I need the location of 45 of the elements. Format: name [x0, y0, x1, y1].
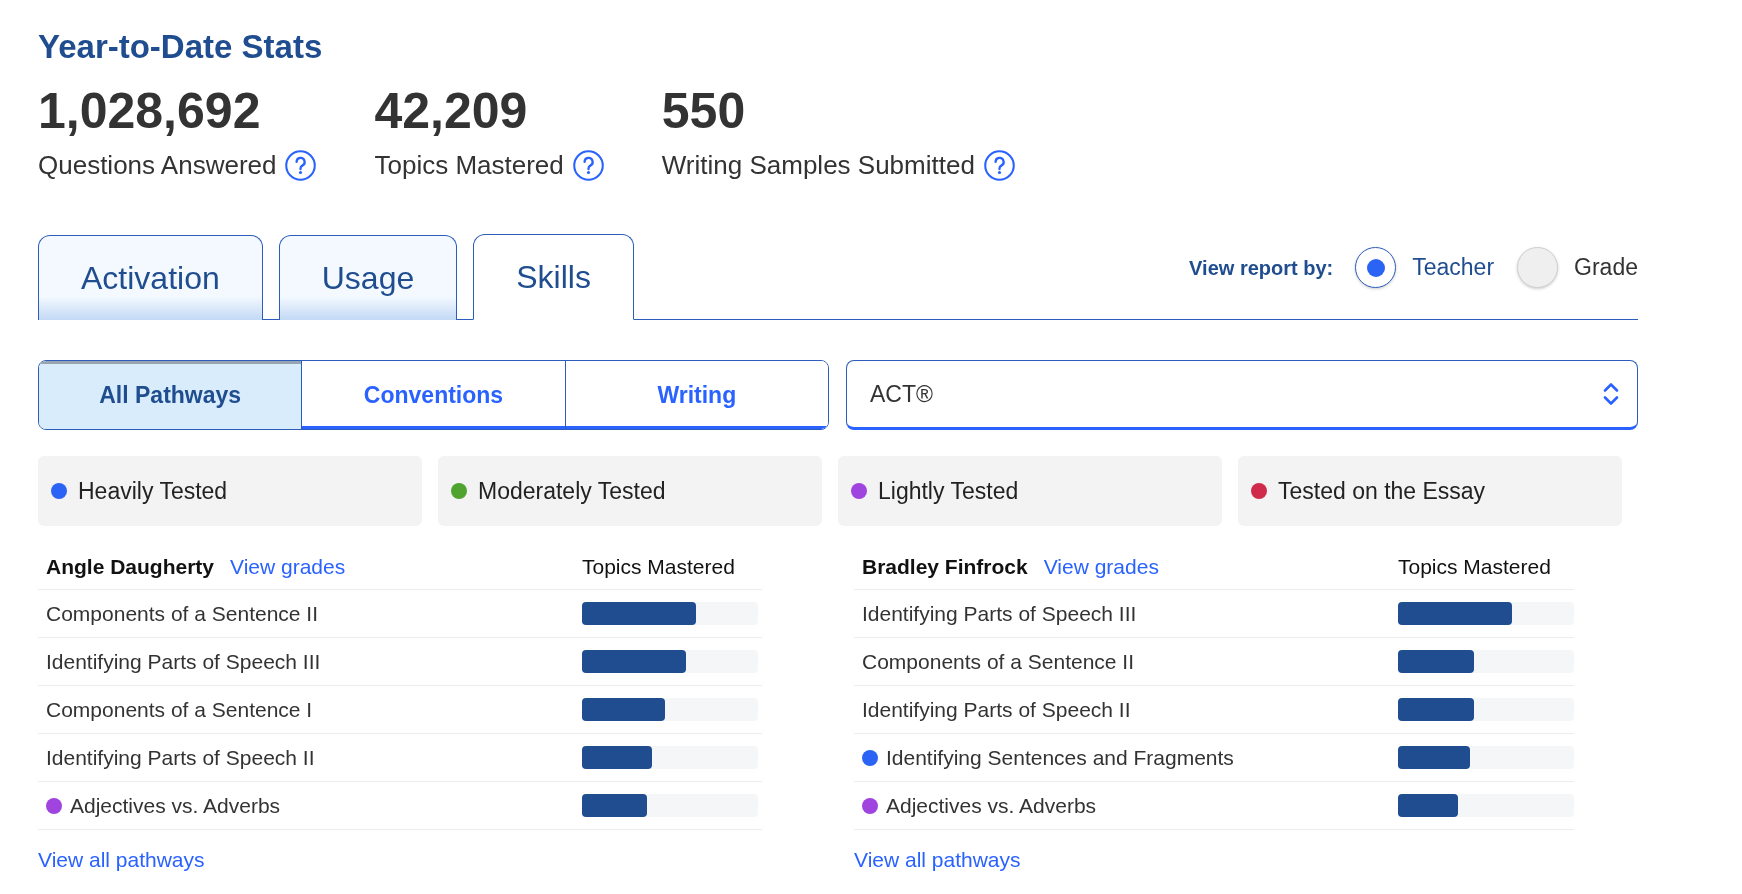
column-header: Topics Mastered — [582, 553, 735, 580]
legend-label: Moderately Tested — [478, 476, 666, 506]
tab[interactable]: Skills — [473, 234, 634, 320]
topic-name: Components of a Sentence II — [46, 600, 318, 627]
topic-name: Identifying Parts of Speech II — [46, 744, 315, 771]
topic-name: Components of a Sentence II — [862, 648, 1134, 675]
view-grades-link[interactable]: View grades — [1043, 550, 1159, 583]
view-all-pathways-link[interactable]: View all pathways — [38, 845, 205, 875]
topic-name: Identifying Parts of Speech II — [862, 696, 1131, 723]
legend-label: Heavily Tested — [78, 476, 228, 506]
up-down-chevron-icon — [1603, 381, 1619, 407]
help-icon[interactable] — [285, 149, 317, 181]
topic-name: Identifying Parts of Speech III — [46, 648, 321, 675]
legend-label: Lightly Tested — [878, 476, 1019, 506]
view-all-pathways-link[interactable]: View all pathways — [854, 845, 1021, 875]
teacher-name: Angle Daugherty — [46, 553, 215, 580]
column-header: Topics Mastered — [1398, 553, 1551, 580]
radio-label[interactable]: Grade — [1574, 250, 1638, 285]
pathway-tab[interactable]: Conventions — [301, 361, 565, 429]
tab[interactable]: Usage — [278, 235, 458, 320]
section-title: Year-to-Date Stats — [38, 28, 323, 66]
stat-value: 550 — [661, 83, 746, 139]
stat-label: Topics Mastered — [374, 149, 564, 181]
topic-name: Components of a Sentence I — [46, 696, 313, 723]
topic-name: Identifying Sentences and Fragments — [886, 744, 1234, 771]
help-icon[interactable] — [572, 149, 604, 181]
pathway-tab[interactable]: All Pathways — [39, 361, 302, 429]
legend-label: Tested on the Essay — [1278, 476, 1486, 506]
test-select[interactable]: ACT® — [846, 360, 1638, 430]
report-by-label: View report by: — [1189, 255, 1334, 281]
stat-value: 1,028,692 — [38, 83, 261, 139]
topic-name: Adjectives vs. Adverbs — [886, 792, 1097, 819]
radio-button[interactable] — [1355, 247, 1397, 288]
topic-name: Adjectives vs. Adverbs — [70, 792, 281, 819]
teacher-name: Bradley Finfrock — [862, 553, 1028, 580]
stat-label: Writing Samples Submitted — [661, 149, 975, 181]
stat-value: 42,209 — [374, 83, 528, 139]
topic-name: Identifying Parts of Speech III — [862, 600, 1137, 627]
view-grades-link[interactable]: View grades — [230, 550, 346, 583]
pathway-tab[interactable]: Writing — [564, 361, 828, 429]
help-icon[interactable] — [983, 149, 1015, 181]
tab[interactable]: Activation — [38, 235, 263, 320]
stat-label: Questions Answered — [38, 149, 277, 181]
select-value: ACT® — [870, 379, 933, 409]
radio-label[interactable]: Teacher — [1412, 250, 1495, 285]
